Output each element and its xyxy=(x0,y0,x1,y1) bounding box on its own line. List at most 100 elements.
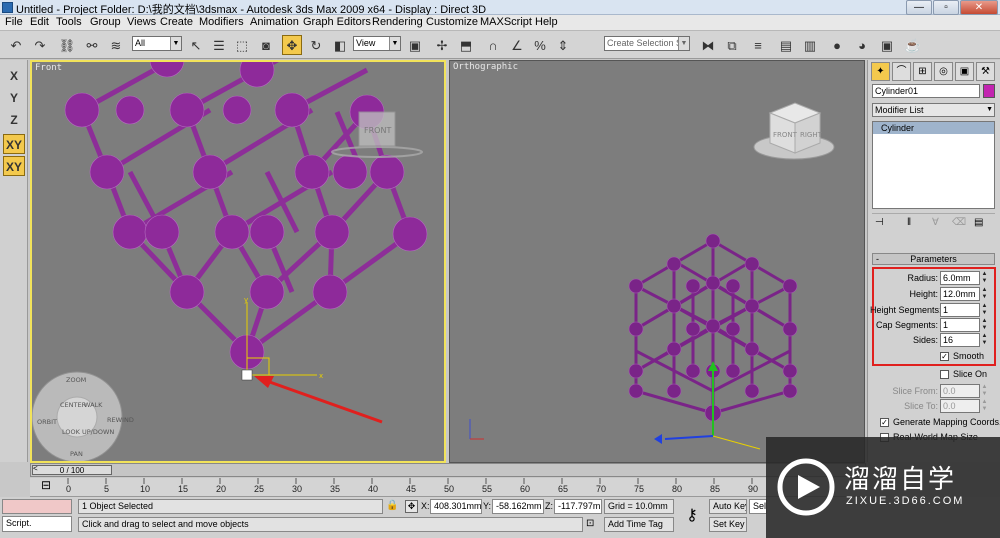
selection-filter-dropdown[interactable]: All ▼ xyxy=(132,36,182,51)
height-spinner[interactable]: ▲ ▼ xyxy=(981,287,988,301)
slice-on-checkbox[interactable] xyxy=(940,370,949,379)
generate-mapping-checkbox[interactable]: ✓ xyxy=(880,418,889,427)
sides-spinner[interactable]: ▲ ▼ xyxy=(981,333,988,347)
schematic-view-icon[interactable]: ▥ xyxy=(800,35,820,55)
set-key-icon[interactable]: ⚷ xyxy=(680,505,704,524)
menu-modifiers[interactable]: Modifiers xyxy=(199,16,244,28)
motion-tab-icon[interactable]: ◎ xyxy=(934,62,953,81)
menu-create[interactable]: Create xyxy=(160,16,193,28)
display-tab-icon[interactable]: ▣ xyxy=(955,62,974,81)
wheel-rewind-label[interactable]: REWIND xyxy=(107,416,134,424)
slice-from-spinner[interactable]: ▲ ▼ xyxy=(981,384,988,398)
configure-sets-icon[interactable]: ▤ xyxy=(974,217,983,228)
select-and-move-icon[interactable]: ✥ xyxy=(282,35,302,55)
show-end-result-icon[interactable]: ‖ xyxy=(907,217,911,228)
auto-key-button[interactable]: Auto Key xyxy=(709,499,747,514)
keyboard-shortcut-icon[interactable]: ⬒ xyxy=(456,35,476,55)
time-slider-thumb[interactable]: 0 / 100 xyxy=(32,465,112,475)
front-viewport[interactable]: Front y x FRONT ZOOM ORBIT CENTER WALK R… xyxy=(30,60,446,463)
prev-frame-icon[interactable]: < xyxy=(33,464,38,473)
menu-rendering[interactable]: Rendering xyxy=(372,16,423,28)
axis-x-button[interactable]: X xyxy=(3,66,25,86)
menu-customize[interactable]: Customize xyxy=(426,16,478,28)
bind-space-warp-icon[interactable]: ≋ xyxy=(106,35,126,55)
slice-to-spinner[interactable]: ▲ ▼ xyxy=(981,399,988,413)
spinner-snap-icon[interactable]: ⇕ xyxy=(553,35,573,55)
remove-modifier-icon[interactable]: ⌫ xyxy=(952,217,966,228)
menu-tools[interactable]: Tools xyxy=(56,16,82,28)
smooth-checkbox[interactable]: ✓ xyxy=(940,352,949,361)
menu-maxscript[interactable]: MAXScript xyxy=(480,16,532,28)
axis-z-button[interactable]: Z xyxy=(3,110,25,130)
redo-icon[interactable]: ↷ xyxy=(30,35,50,55)
select-and-manipulate-icon[interactable]: ✢ xyxy=(432,35,452,55)
time-tag-icon[interactable]: ⊡ xyxy=(586,518,600,531)
modifier-stack-item[interactable]: Cylinder xyxy=(873,122,994,134)
radius-field[interactable]: 6.0mm xyxy=(940,271,980,285)
render-production-icon[interactable]: ☕ xyxy=(903,35,923,55)
z-coordinate-field[interactable]: -117.797mm xyxy=(554,499,602,514)
snaps-toggle-icon[interactable]: ∩ xyxy=(483,35,503,55)
height-segments-spinner[interactable]: ▲ ▼ xyxy=(981,303,988,317)
reference-coordinate-dropdown[interactable]: View ▼ xyxy=(353,36,401,51)
select-and-rotate-icon[interactable]: ↻ xyxy=(306,35,326,55)
menu-graph-editors[interactable]: Graph Editors xyxy=(303,16,371,28)
undo-icon[interactable]: ↶ xyxy=(6,35,26,55)
window-crossing-icon[interactable]: ◙ xyxy=(256,35,276,55)
menu-file[interactable]: File xyxy=(5,16,23,28)
select-object-icon[interactable]: ↖ xyxy=(186,35,206,55)
rectangular-selection-icon[interactable]: ⬚ xyxy=(232,35,252,55)
align-icon[interactable]: ⧉ xyxy=(722,35,742,55)
lock-selection-icon[interactable]: 🔒 xyxy=(386,500,398,513)
slice-from-field[interactable]: 0.0 xyxy=(940,384,980,398)
modify-tab-icon[interactable]: ⌒ xyxy=(892,62,911,81)
make-unique-icon[interactable]: ∀ xyxy=(932,217,939,228)
close-button[interactable]: ✕ xyxy=(960,0,998,15)
pin-stack-icon[interactable]: ⊣ xyxy=(875,217,884,228)
wheel-center-label[interactable]: CENTER xyxy=(60,401,87,409)
maximize-button[interactable]: ▫ xyxy=(933,0,959,15)
maxscript-listener-mini[interactable] xyxy=(2,499,72,514)
layer-manager-icon[interactable]: ≡ xyxy=(748,35,768,55)
wheel-orbit-label[interactable]: ORBIT xyxy=(37,418,57,426)
cap-segments-spinner[interactable]: ▲ ▼ xyxy=(981,318,988,332)
axis-xy-flyout-button[interactable]: XY xyxy=(3,156,25,176)
viewcube-ortho[interactable]: FRONT RIGHT xyxy=(753,102,835,160)
wheel-look-label[interactable]: LOOK xyxy=(62,428,81,436)
curve-editor-icon[interactable]: ▤ xyxy=(776,35,796,55)
sides-field[interactable]: 16 xyxy=(940,333,980,347)
select-and-scale-icon[interactable]: ◧ xyxy=(330,35,350,55)
unlink-icon[interactable]: ⚯ xyxy=(82,35,102,55)
wheel-pan-label[interactable]: PAN xyxy=(70,450,83,458)
wheel-updown-label[interactable]: UP/DOWN xyxy=(82,428,114,436)
maxscript-input[interactable]: Script. xyxy=(2,516,72,532)
axis-xy-button[interactable]: XY xyxy=(3,134,25,154)
select-and-link-icon[interactable]: ⛓ xyxy=(57,35,77,55)
absolute-mode-icon[interactable]: ✥ xyxy=(405,500,418,513)
select-by-name-icon[interactable]: ☰ xyxy=(209,35,229,55)
menu-views[interactable]: Views xyxy=(127,16,156,28)
time-slider[interactable]: 0 / 100 < > xyxy=(30,463,866,477)
utilities-tab-icon[interactable]: ⚒ xyxy=(976,62,995,81)
create-tab-icon[interactable]: ✦ xyxy=(871,62,890,81)
x-coordinate-field[interactable]: 408.301mm xyxy=(430,499,482,514)
menu-help[interactable]: Help xyxy=(535,16,558,28)
object-name-field[interactable]: Cylinder01 xyxy=(872,84,980,98)
orthographic-viewport[interactable]: Orthographic FRONT RIGHT xyxy=(449,60,865,463)
radius-spinner[interactable]: ▲ ▼ xyxy=(981,271,988,285)
mini-curve-editor-icon[interactable]: ⊟ xyxy=(38,478,54,494)
hierarchy-tab-icon[interactable]: ⊞ xyxy=(913,62,932,81)
wheel-walk-label[interactable]: WALK xyxy=(84,401,103,409)
wheel-zoom-label[interactable]: ZOOM xyxy=(66,376,86,384)
axis-y-button[interactable]: Y xyxy=(3,88,25,108)
y-coordinate-field[interactable]: -58.162mm xyxy=(492,499,544,514)
slice-to-field[interactable]: 0.0 xyxy=(940,399,980,413)
cap-segments-field[interactable]: 1 xyxy=(940,318,980,332)
pivot-center-icon[interactable]: ▣ xyxy=(405,35,425,55)
render-setup-icon[interactable]: ◕ xyxy=(852,35,872,55)
app-icon[interactable] xyxy=(2,2,13,13)
menu-edit[interactable]: Edit xyxy=(30,16,49,28)
add-time-tag-button[interactable]: Add Time Tag xyxy=(604,517,674,532)
steering-wheel[interactable]: ZOOM ORBIT CENTER WALK REWIND LOOK UP/DO… xyxy=(32,371,134,461)
modifier-list-dropdown[interactable]: Modifier List ▼ xyxy=(872,103,995,117)
